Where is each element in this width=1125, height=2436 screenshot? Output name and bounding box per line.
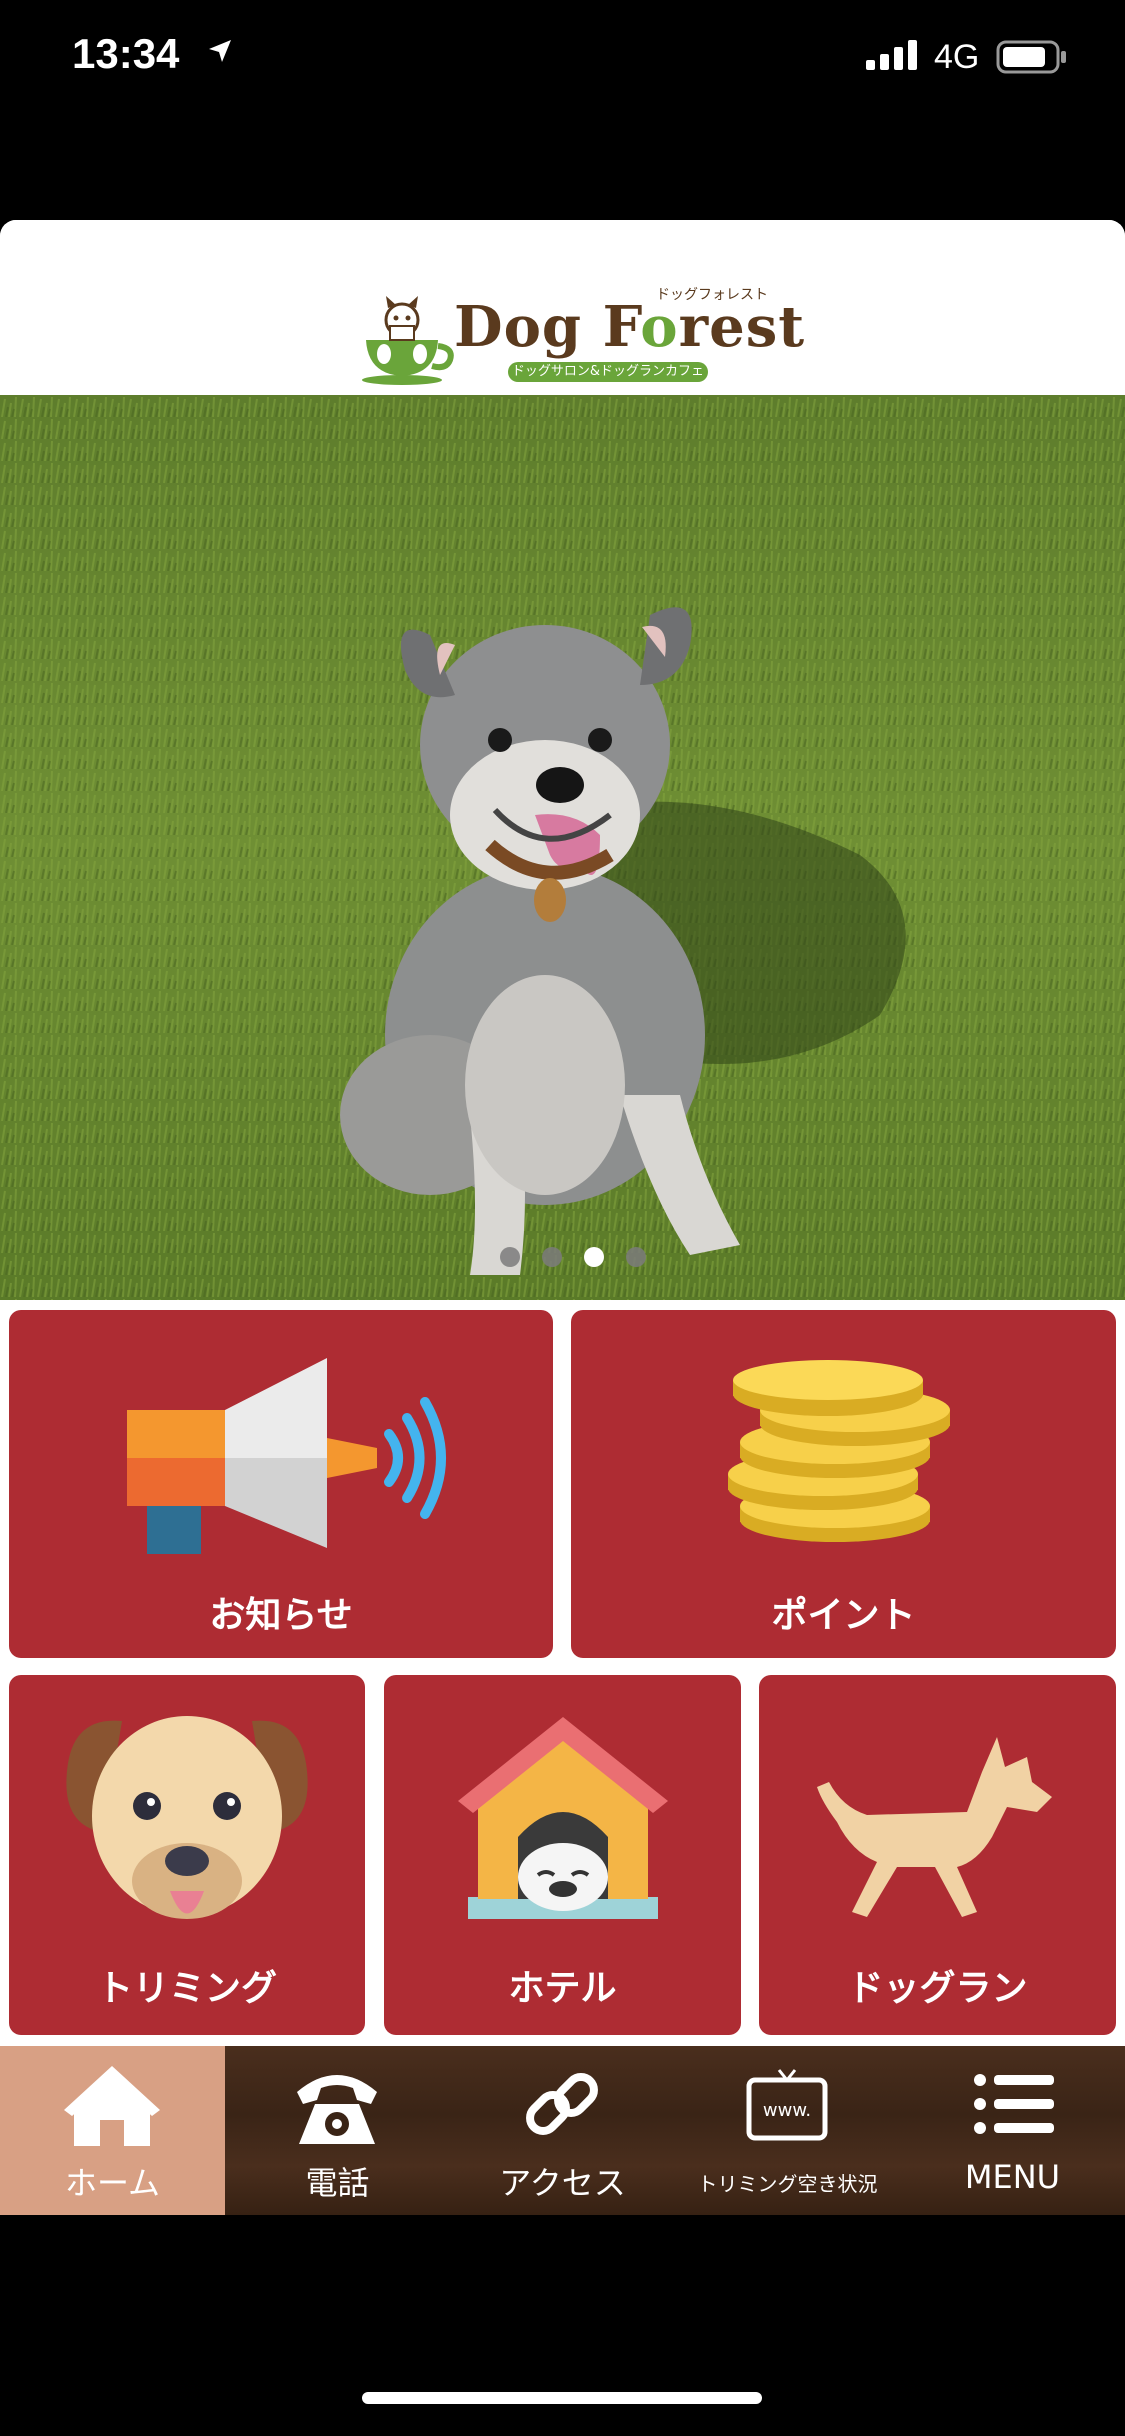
location-arrow-icon (209, 40, 231, 62)
tab-home-label: ホーム (64, 2164, 161, 2202)
tab-trimming-availability-label: トリミング空き状況 (697, 2172, 878, 2196)
points-label: ポイント (771, 1595, 916, 1636)
tab-menu[interactable]: MENU (900, 2046, 1125, 2215)
dog-face-icon (66, 1716, 308, 1919)
app-screen: Dog Forest ドッグフォレスト ドッグサロン&ドッグランカフェ お知らせ… (0, 220, 1125, 2215)
points-tile[interactable]: ポイント (571, 1310, 1116, 1658)
app-header: Dog Forest ドッグフォレスト ドッグサロン&ドッグランカフェ (0, 220, 1125, 395)
www-icon: www. (746, 2069, 828, 2141)
news-label: お知らせ (209, 1595, 353, 1636)
hotel-tile[interactable]: ホテル (384, 1675, 741, 2035)
coins-icon (728, 1360, 950, 1542)
tab-menu-label: MENU (964, 2158, 1061, 2196)
news-tile[interactable]: お知らせ (9, 1310, 553, 1658)
carousel-dot (542, 1247, 562, 1267)
logo-subtitle: ドッグサロン&ドッグランカフェ (508, 362, 708, 382)
bottom-tab-bar: ホーム 電話 アクセス www. トリミング空き状況 MENU (0, 2046, 1125, 2215)
carousel-dot-active (584, 1247, 604, 1267)
trimming-tile[interactable]: トリミング (9, 1675, 365, 2035)
tab-trimming-availability[interactable]: www. トリミング空き状況 (675, 2046, 900, 2215)
home-indicator[interactable] (362, 2392, 762, 2404)
network-label: 4G (934, 38, 980, 76)
dog-forest-logo[interactable]: Dog Forest ドッグフォレスト ドッグサロン&ドッグランカフェ (358, 287, 804, 386)
signal-icon (866, 40, 917, 70)
tab-phone-label: 電話 (305, 2164, 370, 2202)
trimming-label: トリミング (96, 1968, 277, 2009)
tab-phone[interactable]: 電話 (225, 2046, 450, 2215)
tab-access-label: アクセス (499, 2164, 626, 2202)
tab-home[interactable]: ホーム (0, 2046, 225, 2215)
svg-text:www.: www. (763, 2100, 811, 2121)
status-bar: 13:34 4G (0, 0, 1125, 120)
dog-cup-icon (362, 296, 454, 385)
menu-icon (974, 2074, 1054, 2134)
carousel-dot (626, 1247, 646, 1267)
running-dog-icon (817, 1737, 1052, 1917)
logo-kana: ドッグフォレスト (656, 287, 768, 303)
carousel-dot (500, 1247, 520, 1267)
hero-carousel[interactable] (0, 395, 1125, 1300)
dog-on-grass-photo (0, 395, 1125, 1300)
megaphone-icon (127, 1358, 446, 1554)
dogrun-label: ドッグラン (847, 1968, 1028, 2009)
tab-access[interactable]: アクセス (450, 2046, 675, 2215)
battery-icon (996, 40, 1066, 74)
hotel-label: ホテル (508, 1968, 617, 2009)
carousel-indicator[interactable] (0, 1242, 1125, 1272)
status-time: 13:34 (72, 30, 180, 77)
dogrun-tile[interactable]: ドッグラン (759, 1675, 1116, 2035)
phone-icon (297, 2075, 377, 2144)
home-icon (64, 2066, 160, 2146)
dog-house-icon (458, 1717, 668, 1919)
link-icon (526, 2073, 598, 2135)
